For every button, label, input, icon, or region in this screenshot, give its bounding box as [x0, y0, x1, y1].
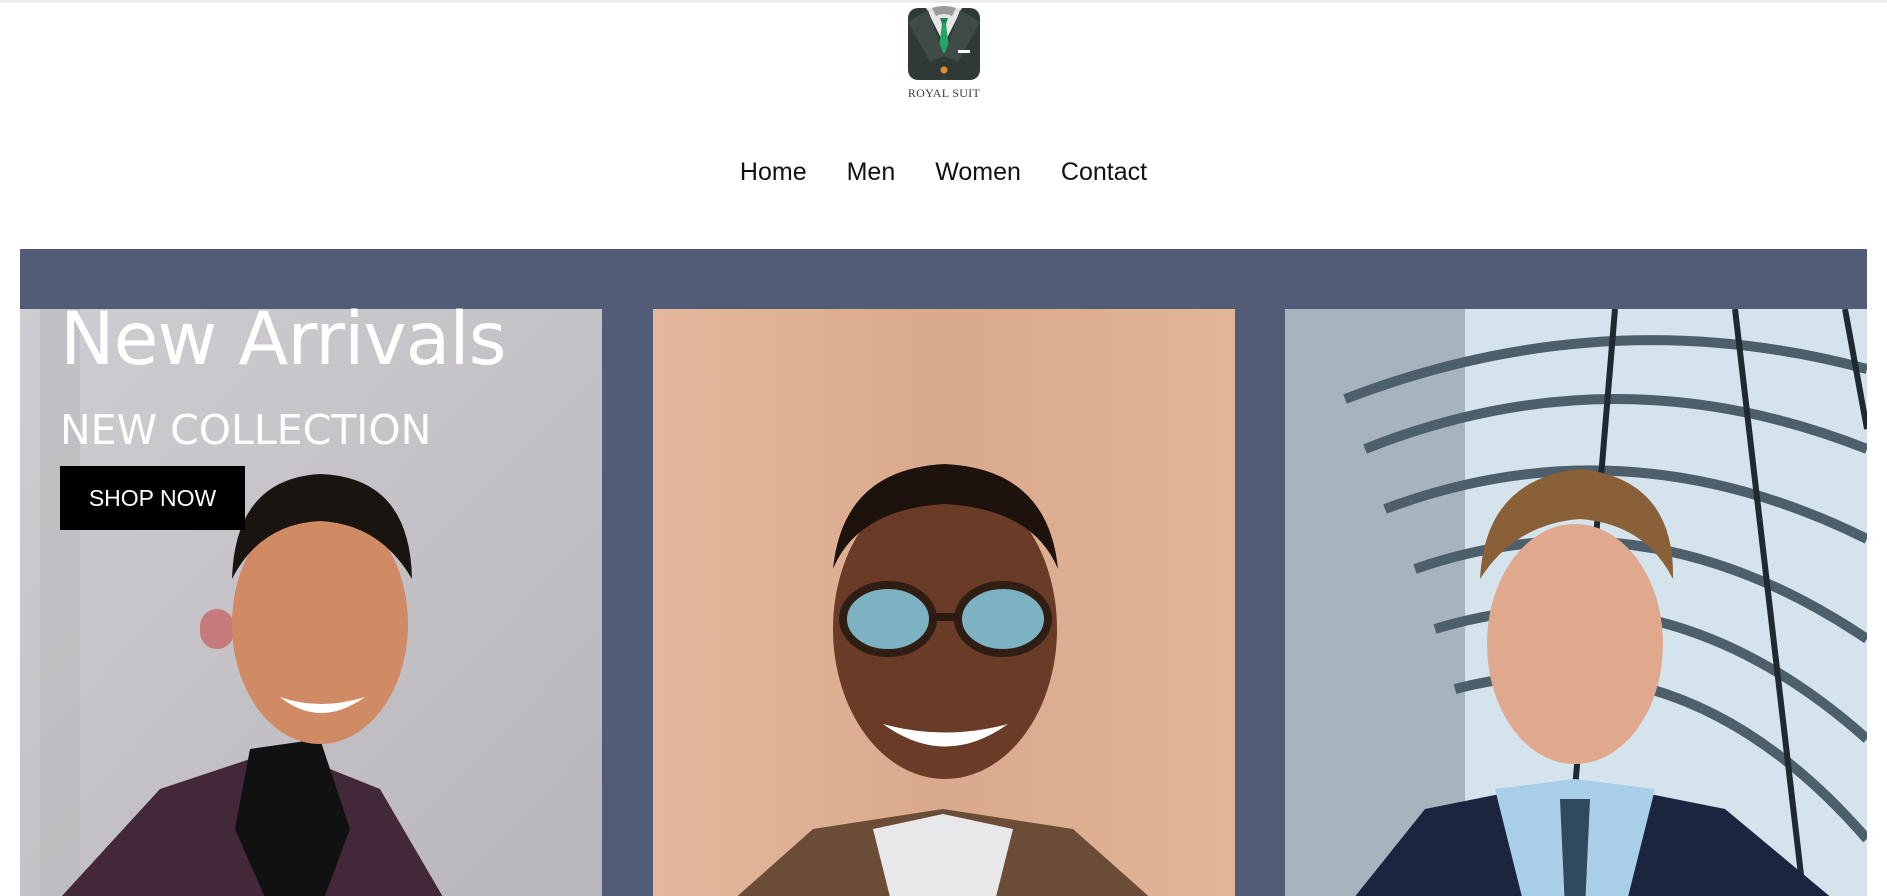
hero-image-2: [653, 309, 1235, 896]
top-border: [0, 0, 1887, 3]
hero-title: New Arrivals: [60, 297, 507, 382]
nav-item-home[interactable]: Home: [740, 152, 807, 192]
suit-jacket-icon: [908, 6, 980, 80]
hero-image-3: [1285, 309, 1867, 896]
nav-item-men[interactable]: Men: [847, 152, 896, 192]
nav-item-contact[interactable]: Contact: [1061, 152, 1147, 192]
brand-logo[interactable]: ROYAL SUIT: [905, 6, 983, 100]
brand-name: ROYAL SUIT: [907, 86, 981, 100]
main-nav: Home Men Women Contact: [0, 152, 1887, 192]
shop-now-button[interactable]: SHOP NOW: [60, 466, 245, 530]
nav-item-women[interactable]: Women: [935, 152, 1021, 192]
hero-subtitle: NEW COLLECTION: [60, 406, 432, 454]
hero-image-1: [20, 309, 602, 896]
